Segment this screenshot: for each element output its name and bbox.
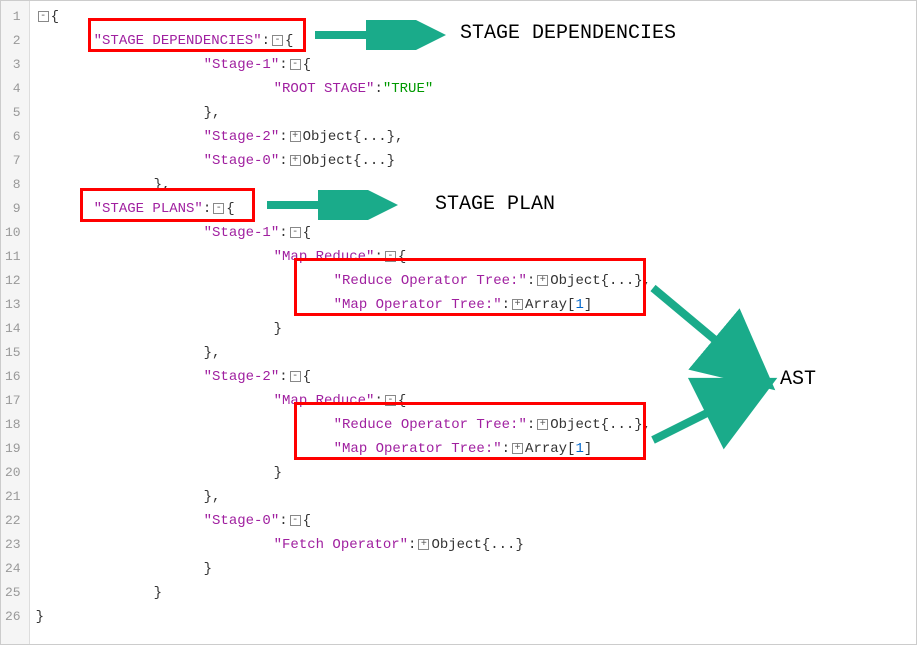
- line-number: 14: [5, 317, 21, 341]
- line-number: 24: [5, 557, 21, 581]
- fold-toggle-plus[interactable]: +: [512, 443, 523, 454]
- code-line: "Reduce Operator Tree:":+Object{...},: [36, 413, 916, 437]
- fold-toggle-minus[interactable]: -: [290, 515, 301, 526]
- code-line: "Stage-0":-{: [36, 509, 916, 533]
- line-number: 15: [5, 341, 21, 365]
- fold-toggle-minus[interactable]: -: [385, 251, 396, 262]
- code-line: }: [36, 605, 916, 629]
- fold-toggle-plus[interactable]: +: [512, 299, 523, 310]
- code-line: }: [36, 317, 916, 341]
- line-number: 18: [5, 413, 21, 437]
- code-line: "Stage-0":+Object{...}: [36, 149, 916, 173]
- line-number: 6: [5, 125, 21, 149]
- code-line: "Map Reduce":-{: [36, 245, 916, 269]
- code-line: },: [36, 341, 916, 365]
- line-number: 3: [5, 53, 21, 77]
- fold-toggle-minus[interactable]: -: [290, 227, 301, 238]
- line-number: 25: [5, 581, 21, 605]
- code-content: -{ "STAGE DEPENDENCIES":-{ "Stage-1":-{ …: [30, 1, 916, 644]
- line-number: 22: [5, 509, 21, 533]
- fold-toggle-minus[interactable]: -: [290, 371, 301, 382]
- fold-toggle-minus[interactable]: -: [385, 395, 396, 406]
- code-line: },: [36, 101, 916, 125]
- fold-toggle-plus[interactable]: +: [537, 275, 548, 286]
- code-line: "Map Operator Tree:":+Array[1]: [36, 437, 916, 461]
- code-editor: 1 2 3 4 5 6 7 8 9 10 11 12 13 14 15 16 1…: [0, 0, 917, 645]
- line-number: 2: [5, 29, 21, 53]
- code-line: "Fetch Operator":+Object{...}: [36, 533, 916, 557]
- fold-toggle-minus[interactable]: -: [213, 203, 224, 214]
- fold-toggle-minus[interactable]: -: [38, 11, 49, 22]
- label-stage-dependencies: STAGE DEPENDENCIES: [460, 22, 676, 45]
- line-number: 10: [5, 221, 21, 245]
- code-line: "Stage-2":+Object{...},: [36, 125, 916, 149]
- code-line: },: [36, 485, 916, 509]
- code-line: "Map Reduce":-{: [36, 389, 916, 413]
- line-number: 20: [5, 461, 21, 485]
- code-line: }: [36, 581, 916, 605]
- fold-toggle-minus[interactable]: -: [290, 59, 301, 70]
- line-number: 4: [5, 77, 21, 101]
- line-number: 1: [5, 5, 21, 29]
- code-line: }: [36, 461, 916, 485]
- line-gutter: 1 2 3 4 5 6 7 8 9 10 11 12 13 14 15 16 1…: [1, 1, 30, 644]
- line-number: 7: [5, 149, 21, 173]
- line-number: 16: [5, 365, 21, 389]
- code-line: }: [36, 557, 916, 581]
- label-stage-plan: STAGE PLAN: [435, 193, 555, 216]
- line-number: 23: [5, 533, 21, 557]
- line-number: 21: [5, 485, 21, 509]
- line-number: 9: [5, 197, 21, 221]
- line-number: 13: [5, 293, 21, 317]
- fold-toggle-plus[interactable]: +: [418, 539, 429, 550]
- line-number: 17: [5, 389, 21, 413]
- line-number: 5: [5, 101, 21, 125]
- fold-toggle-plus[interactable]: +: [290, 131, 301, 142]
- fold-toggle-plus[interactable]: +: [290, 155, 301, 166]
- line-number: 26: [5, 605, 21, 629]
- line-number: 8: [5, 173, 21, 197]
- line-number: 19: [5, 437, 21, 461]
- fold-toggle-minus[interactable]: -: [272, 35, 283, 46]
- fold-toggle-plus[interactable]: +: [537, 419, 548, 430]
- code-line: "Reduce Operator Tree:":+Object{...},: [36, 269, 916, 293]
- code-line: "Map Operator Tree:":+Array[1]: [36, 293, 916, 317]
- line-number: 11: [5, 245, 21, 269]
- label-ast: AST: [780, 368, 816, 391]
- line-number: 12: [5, 269, 21, 293]
- code-line: "ROOT STAGE":"TRUE": [36, 77, 916, 101]
- code-line: "Stage-1":-{: [36, 53, 916, 77]
- code-line: "Stage-1":-{: [36, 221, 916, 245]
